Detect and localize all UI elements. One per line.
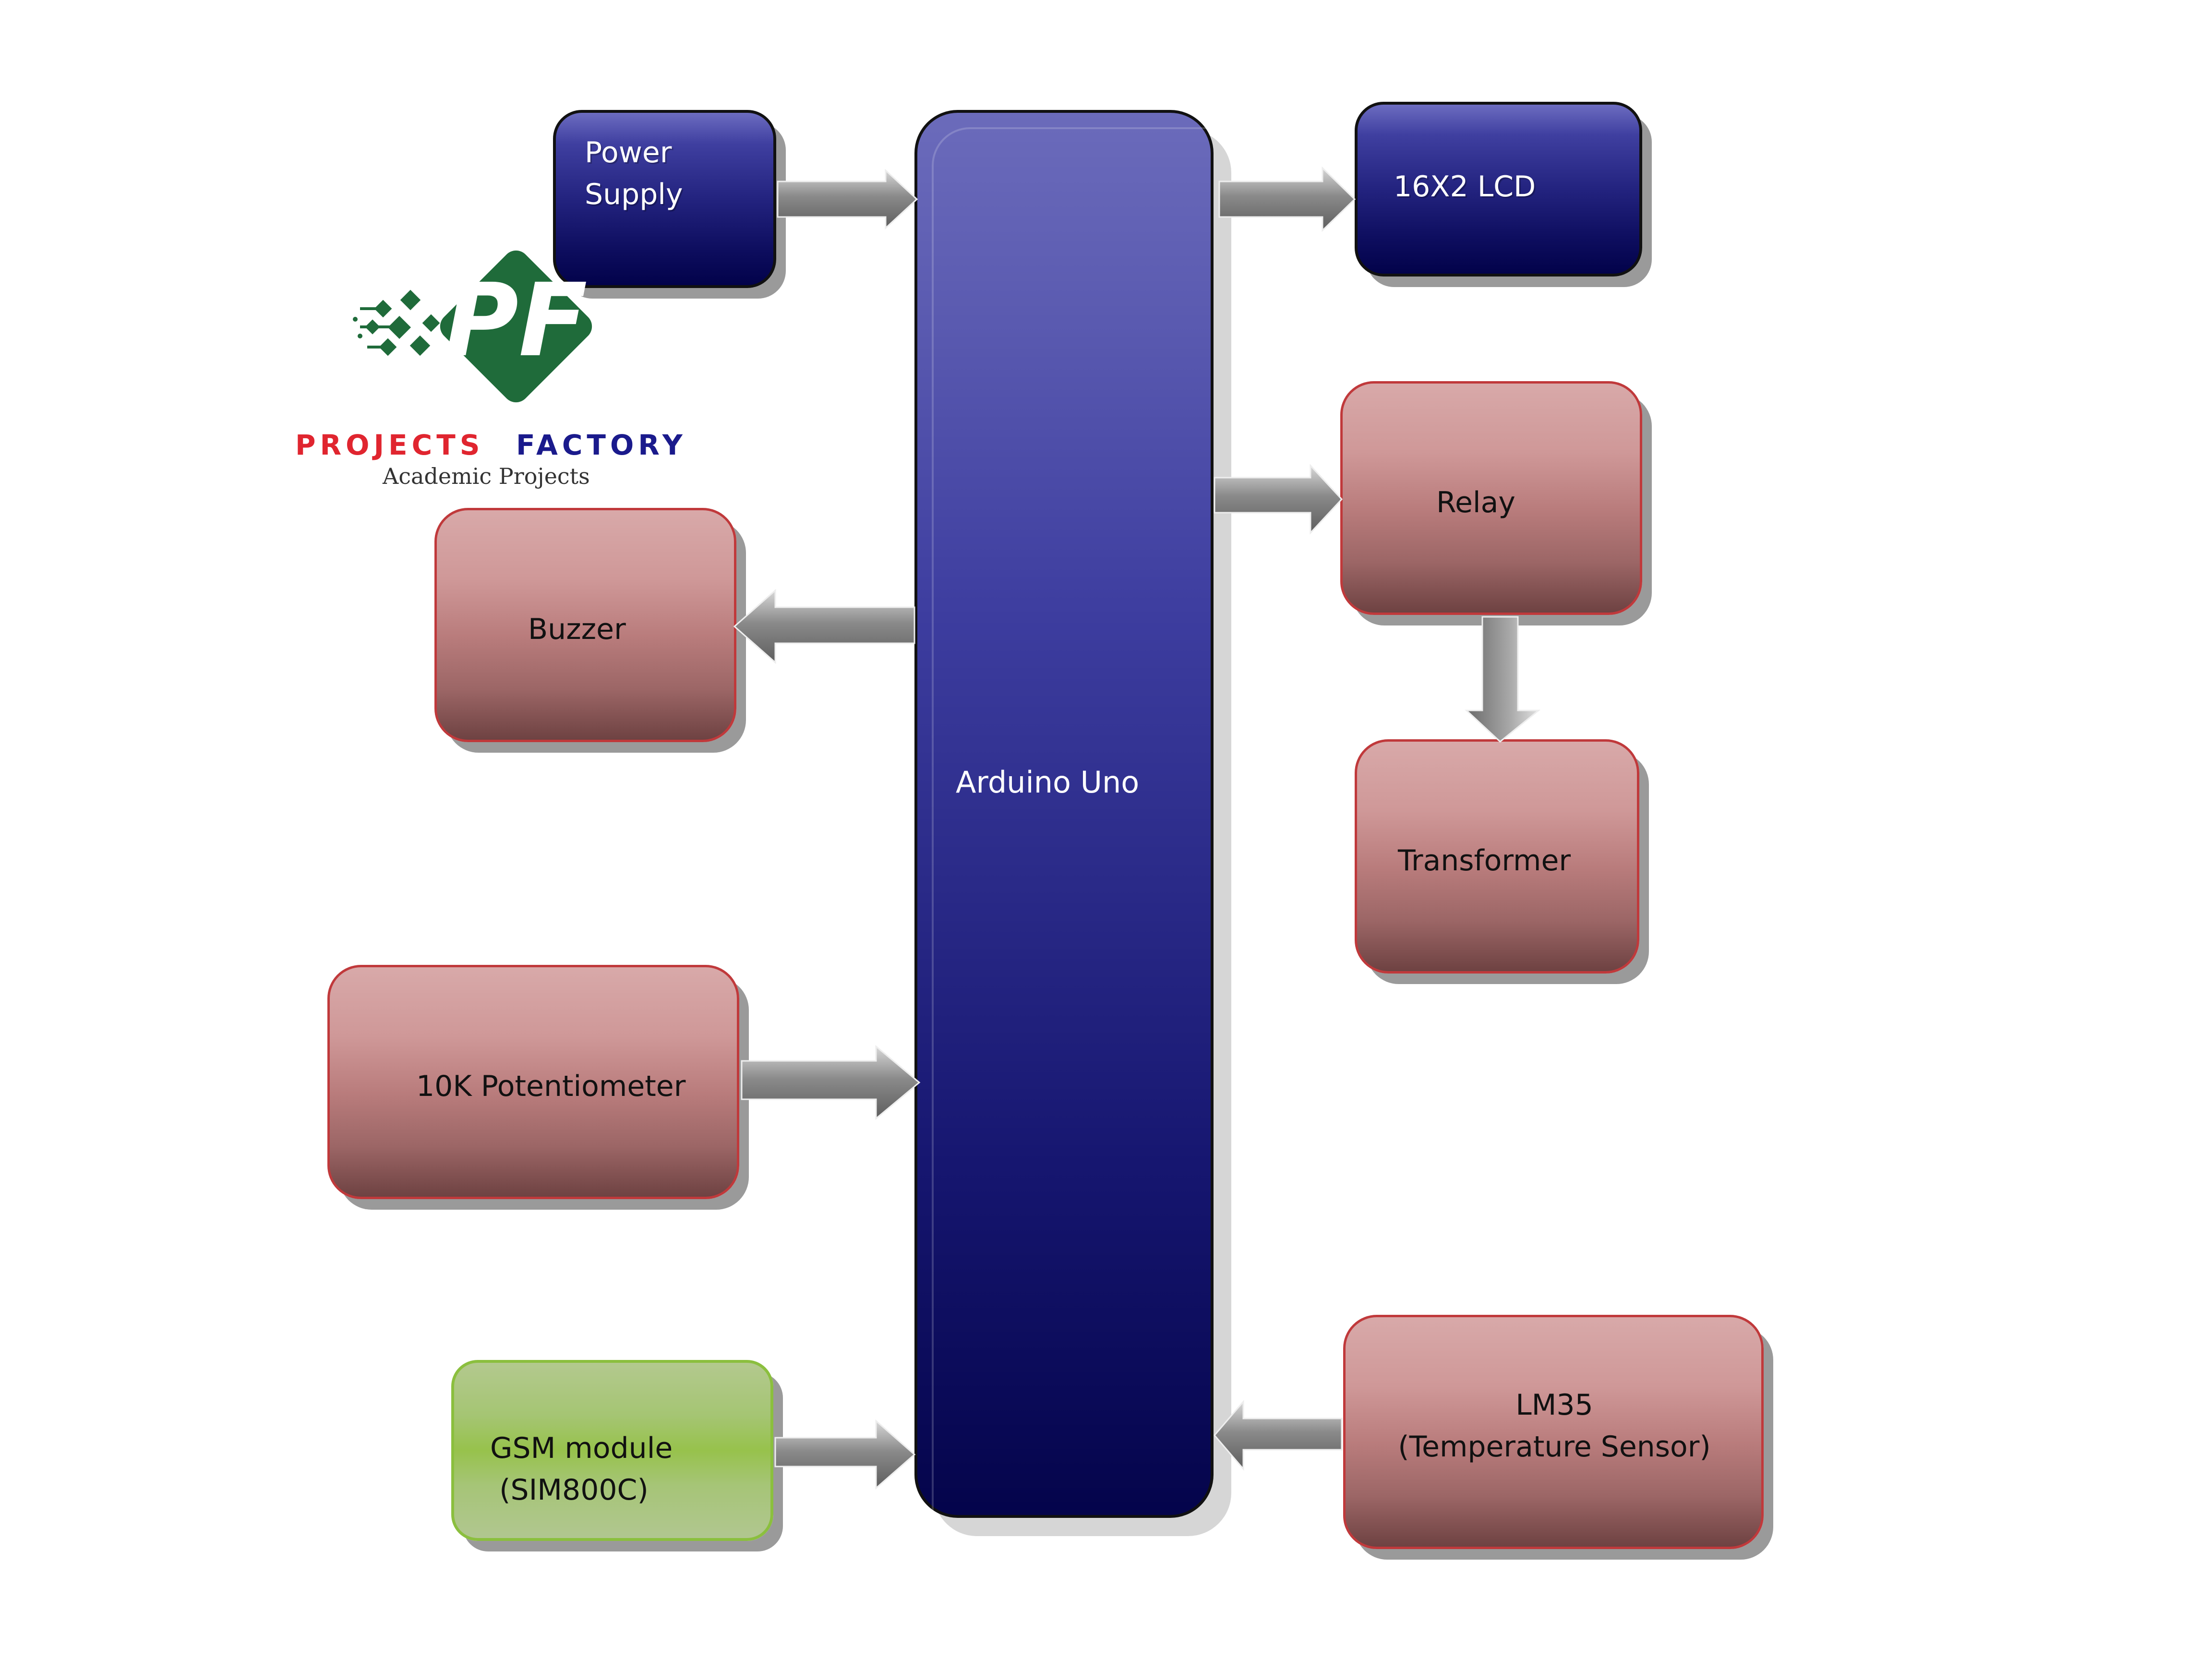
brand-factory: FACTORY (516, 429, 687, 461)
arrow-relay-to-transformer (1465, 616, 1541, 743)
arrow-arduino-to-lcd (1218, 166, 1356, 232)
emblem-monogram: PF (445, 262, 587, 379)
arrow-gsm-to-arduino (774, 1419, 916, 1490)
arrow-power-to-arduino (777, 168, 918, 230)
arrow-arduino-to-buzzer (733, 589, 915, 664)
brand-tagline: Academic Projects (383, 463, 590, 489)
projects-factory-logo: PF PROJECTS FACTORY Academic Projects (288, 240, 720, 499)
arrow-pot-to-arduino (741, 1045, 921, 1120)
arrow-lm35-to-arduino (1214, 1399, 1343, 1471)
brand-projects: PROJECTS (295, 429, 484, 461)
pixel-dots-decoration (353, 289, 440, 356)
pf-emblem-icon: PF (353, 250, 592, 403)
arrow-arduino-to-relay (1214, 464, 1343, 535)
